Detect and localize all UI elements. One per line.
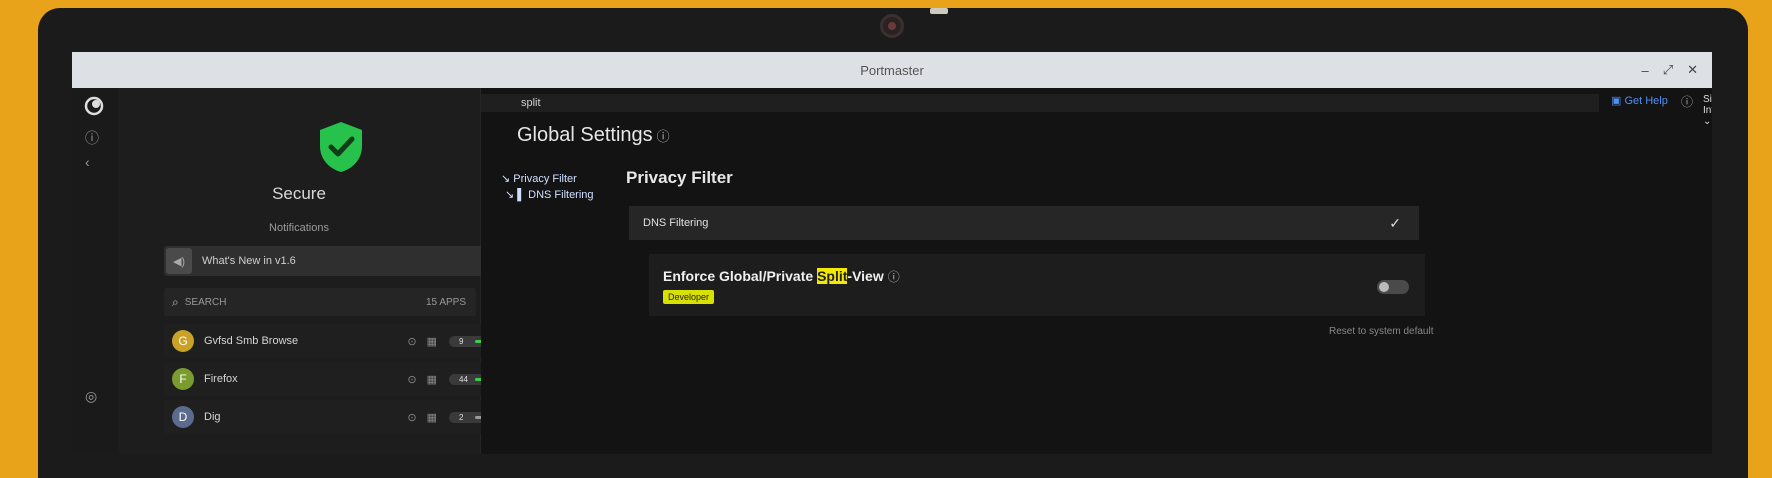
main-content: split ▣ Get Help ⓘ Simple Interface ⌄ Gl… bbox=[481, 88, 1712, 454]
split-view-toggle[interactable] bbox=[1377, 280, 1409, 294]
news-notification[interactable]: ◀) What's New in v1.6 bbox=[164, 246, 514, 276]
info-icon[interactable]: ⓘ bbox=[888, 270, 900, 284]
grid-icon[interactable]: ▦ bbox=[427, 373, 437, 386]
search-placeholder: SEARCH bbox=[184, 296, 227, 308]
list-item[interactable]: D Dig ⊙ ▦ 2 bbox=[164, 400, 509, 434]
screen: Portmaster – ⤢ ✕ ⓘ ‹ ◎ Secure Notificati… bbox=[72, 52, 1712, 454]
list-item[interactable]: F Firefox ⊙ ▦ 44 bbox=[164, 362, 509, 396]
toc-item-dns-filtering[interactable]: ↘ ▌ DNS Filtering bbox=[505, 188, 594, 201]
collapse-icon[interactable]: ‹ bbox=[85, 154, 90, 170]
link-icon: ↘ ▌ bbox=[505, 189, 529, 201]
window-controls: – ⤢ ✕ bbox=[1641, 52, 1698, 88]
avatar: G bbox=[172, 330, 194, 352]
toc-label: DNS Filtering bbox=[528, 189, 594, 201]
info-icon[interactable]: ⓘ bbox=[85, 128, 99, 148]
chevron-down-icon: ⌄ bbox=[1703, 116, 1712, 127]
get-help-label: Get Help bbox=[1624, 95, 1668, 107]
grid-icon[interactable]: ▦ bbox=[427, 335, 437, 348]
setting-label-suffix: -View bbox=[847, 268, 884, 284]
setting-card: Enforce Global/Private Split-View ⓘ Devel… bbox=[649, 254, 1425, 316]
search-highlight: Split bbox=[817, 268, 848, 284]
book-icon: ▣ bbox=[1611, 95, 1625, 107]
window-title: Portmaster bbox=[860, 62, 924, 78]
avatar: F bbox=[172, 368, 194, 390]
info-icon[interactable]: ⓘ bbox=[657, 129, 670, 144]
developer-badge: Developer bbox=[663, 290, 715, 304]
page-title: Global Settings ⓘ bbox=[517, 124, 670, 147]
app-logo-icon[interactable] bbox=[84, 96, 104, 116]
toc-item-privacy-filter[interactable]: ↘ Privacy Filter bbox=[501, 172, 577, 185]
app-body: ⓘ ‹ ◎ Secure Notifications ◀) What's New… bbox=[72, 88, 1712, 454]
notifications-heading: Notifications bbox=[269, 222, 329, 234]
megaphone-icon: ◀) bbox=[166, 248, 192, 274]
avatar: D bbox=[172, 406, 194, 428]
sidebar: Secure Notifications ◀) What's New in v1… bbox=[118, 88, 523, 454]
get-help-button[interactable]: ▣ Get Help bbox=[1611, 94, 1668, 107]
subsection-label: DNS Filtering bbox=[643, 217, 709, 229]
window-titlebar: Portmaster – ⤢ ✕ bbox=[72, 52, 1712, 88]
app-name: Gvfsd Smb Browse bbox=[204, 335, 299, 347]
page-title-text: Global Settings bbox=[517, 124, 653, 146]
section-title: Privacy Filter bbox=[626, 168, 733, 187]
info-icon[interactable]: ⊙ bbox=[407, 411, 416, 424]
settings-icon[interactable]: ◎ bbox=[85, 388, 97, 405]
connection-count: 9 bbox=[459, 336, 464, 346]
chevron-down-icon: ✓ bbox=[1389, 214, 1401, 231]
app-count: 15 APPS bbox=[425, 296, 466, 308]
shield-icon bbox=[320, 122, 362, 172]
interface-mode-select[interactable]: Simple Interface ⌄ bbox=[1703, 94, 1712, 127]
settings-search-input[interactable]: split bbox=[481, 94, 1599, 112]
security-status: Secure bbox=[272, 184, 326, 203]
grid-icon[interactable]: ▦ bbox=[427, 411, 437, 424]
minimize-icon[interactable]: – bbox=[1641, 63, 1648, 78]
app-name: Dig bbox=[204, 411, 221, 423]
interface-mode-label: Simple Interface bbox=[1703, 94, 1712, 116]
connection-count: 44 bbox=[459, 374, 468, 384]
dns-filtering-accordion[interactable]: DNS Filtering ✓ bbox=[629, 206, 1419, 240]
reset-button[interactable]: Reset to system default bbox=[1329, 326, 1434, 337]
maximize-icon[interactable]: ⤢ bbox=[1663, 62, 1673, 78]
info-icon[interactable]: ⓘ bbox=[1681, 93, 1693, 110]
connection-count: 2 bbox=[459, 412, 464, 422]
setting-label-prefix: Enforce Global/Private bbox=[663, 268, 818, 284]
webcam-indicator bbox=[930, 8, 948, 14]
list-item[interactable]: G Gvfsd Smb Browse ⊙ ▦ 9 bbox=[164, 324, 509, 358]
app-search[interactable]: ⌕ SEARCH 15 APPS bbox=[164, 288, 476, 316]
webcam bbox=[880, 14, 904, 38]
toc-label: Privacy Filter bbox=[513, 173, 577, 185]
info-icon[interactable]: ⊙ bbox=[407, 373, 416, 386]
link-icon: ↘ bbox=[501, 173, 514, 185]
setting-label: Enforce Global/Private Split-View ⓘ bbox=[663, 268, 900, 285]
search-icon: ⌕ bbox=[172, 294, 179, 309]
app-name: Firefox bbox=[204, 373, 238, 385]
news-label: What's New in v1.6 bbox=[202, 255, 296, 267]
info-icon[interactable]: ⊙ bbox=[407, 335, 416, 348]
close-icon[interactable]: ✕ bbox=[1687, 62, 1698, 78]
nav-rail: ⓘ ‹ ◎ bbox=[72, 88, 118, 454]
